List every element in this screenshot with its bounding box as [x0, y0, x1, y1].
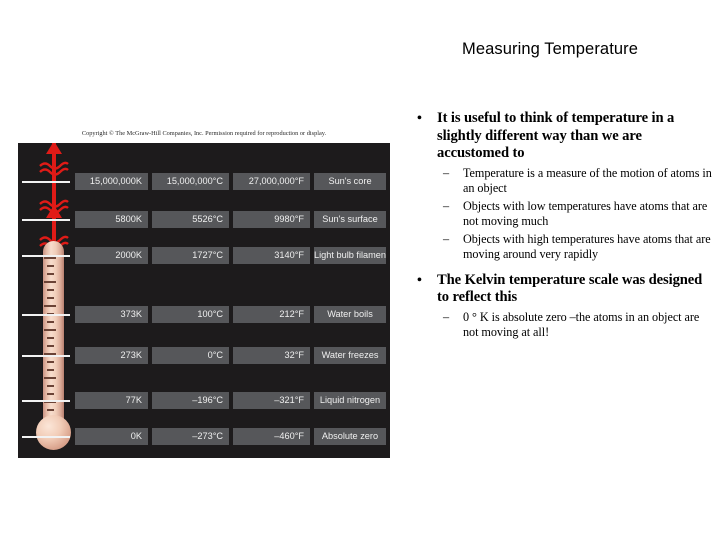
bullet-level-2: – Temperature is a measure of the motion …	[405, 166, 717, 196]
row-connector-line	[22, 180, 70, 183]
celsius-cell: 1727°C	[152, 247, 229, 264]
kelvin-cell: 0K	[75, 428, 148, 445]
bullet-level-2: – Objects with low temperatures have atom…	[405, 199, 717, 229]
kelvin-cell: 373K	[75, 306, 148, 323]
row-connector-line	[22, 435, 70, 438]
celsius-cell: –273°C	[152, 428, 229, 445]
page-title: Measuring Temperature	[461, 40, 639, 58]
fahrenheit-cell: 27,000,000°F	[233, 173, 310, 190]
sub-bullet-text: Objects with low temperatures have atoms…	[463, 198, 708, 228]
row-connector-line	[22, 399, 70, 402]
temperature-scale-figure: Copyright © The McGraw-Hill Companies, I…	[18, 125, 390, 459]
sub-bullet-text: Objects with high temperatures have atom…	[463, 231, 711, 261]
reference-label-cell: Sun's surface	[314, 211, 386, 228]
kelvin-cell: 273K	[75, 347, 148, 364]
fahrenheit-cell: –321°F	[233, 392, 310, 409]
fahrenheit-cell: 3140°F	[233, 247, 310, 264]
figure-panel: 15,000,000K 15,000,000°C 27,000,000°F Sun's…	[18, 143, 390, 458]
celsius-cell: 15,000,000°C	[152, 173, 229, 190]
fahrenheit-cell: –460°F	[233, 428, 310, 445]
bullet-level-1: • The Kelvin temperature scale was design…	[405, 272, 717, 307]
celsius-cell: 5526°C	[152, 211, 229, 228]
row-connector-line	[22, 218, 70, 221]
table-row: 0K –273°C –460°F Absolute zero	[18, 428, 390, 445]
celsius-cell: 0°C	[152, 347, 229, 364]
table-row: 2000K 1727°C 3140°F Light bulb filament	[18, 247, 390, 264]
celsius-cell: 100°C	[152, 306, 229, 323]
bullet-marker-icon: •	[417, 111, 422, 126]
bullet-text: The Kelvin temperature scale was designe…	[437, 271, 703, 306]
table-row: 77K –196°C –321°F Liquid nitrogen	[18, 392, 390, 409]
bullet-marker-icon: •	[417, 272, 422, 288]
reference-label-cell: Light bulb filament	[314, 247, 386, 264]
bullet-level-2: – Objects with high temperatures have ato…	[405, 232, 717, 262]
bullet-level-2: –0 ° K is absolute zero –the atoms in an…	[405, 310, 717, 340]
sub-bullet-marker-icon: –	[443, 165, 450, 180]
table-row: 5800K 5526°C 9980°F Sun's surface	[18, 211, 390, 228]
sub-bullet-text: 0 ° K is absolute zero –the atoms in an …	[463, 309, 700, 339]
row-connector-line	[22, 254, 70, 257]
row-connector-line	[22, 354, 70, 357]
row-connector-line	[22, 313, 70, 316]
kelvin-cell: 15,000,000K	[75, 173, 148, 190]
bullet-group-spacer	[405, 262, 717, 272]
reference-label-cell: Sun's core	[314, 173, 386, 190]
sub-bullet-marker-icon: –	[443, 309, 450, 324]
sub-bullet-text: Temperature is a measure of the motion o…	[463, 165, 712, 195]
sub-bullet-marker-icon: –	[443, 231, 450, 246]
reference-label-cell: Liquid nitrogen	[314, 392, 386, 409]
reference-label-cell: Water boils	[314, 306, 386, 323]
celsius-cell: –196°C	[152, 392, 229, 409]
copyright-notice: Copyright © The McGraw-Hill Companies, I…	[81, 130, 327, 137]
fahrenheit-cell: 32°F	[233, 347, 310, 364]
table-row: 373K 100°C 212°F Water boils	[18, 306, 390, 323]
thermometer-icon	[34, 143, 74, 458]
slide-body: • It is useful to think of temperature in…	[405, 110, 717, 340]
table-row: 273K 0°C 32°F Water freezes	[18, 347, 390, 364]
arrow-up-icon	[46, 143, 62, 154]
kelvin-cell: 2000K	[75, 247, 148, 264]
table-row: 15,000,000K 15,000,000°C 27,000,000°F Sun's…	[18, 173, 390, 190]
sub-bullet-marker-icon: –	[443, 198, 450, 213]
bullet-text: It is useful to think of temperature in …	[437, 110, 675, 162]
reference-label-cell: Water freezes	[314, 347, 386, 364]
reference-label-cell: Absolute zero	[314, 428, 386, 445]
fahrenheit-cell: 212°F	[233, 306, 310, 323]
kelvin-cell: 5800K	[75, 211, 148, 228]
fahrenheit-cell: 9980°F	[233, 211, 310, 228]
kelvin-cell: 77K	[75, 392, 148, 409]
bullet-level-1: • It is useful to think of temperature in…	[405, 110, 717, 163]
